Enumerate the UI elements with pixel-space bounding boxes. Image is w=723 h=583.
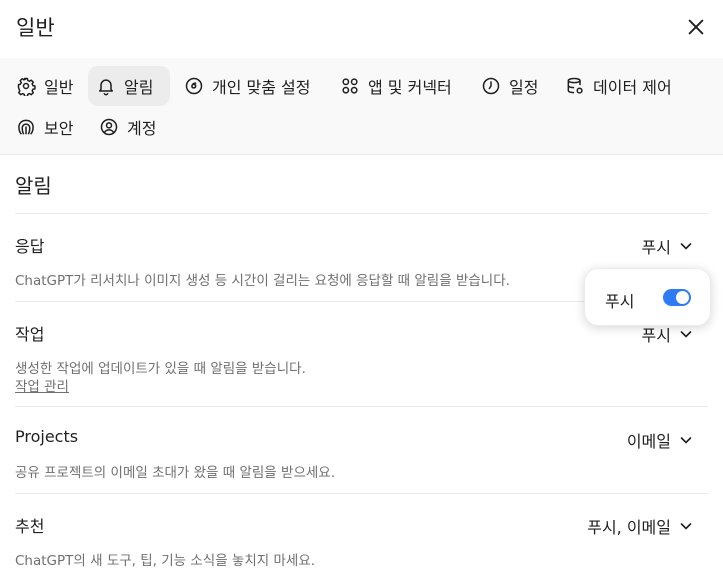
dialog-header: 일반 — [0, 0, 723, 58]
row-title-projects: Projects — [15, 427, 79, 446]
clock-icon — [482, 77, 500, 95]
chevron-down-icon — [680, 243, 692, 250]
tab-data-controls[interactable]: 데이터 제어 — [557, 67, 680, 105]
divider — [15, 213, 708, 214]
account-icon — [100, 118, 118, 136]
popover-label: 푸시 — [605, 292, 635, 311]
tab-notifications[interactable]: 알림 — [88, 66, 170, 106]
tab-apps-connectors[interactable]: 앱 및 커넥터 — [332, 67, 460, 105]
tab-account[interactable]: 계정 — [91, 108, 164, 146]
chevron-down-icon — [680, 523, 692, 530]
tab-label: 개인 맞춤 설정 — [212, 78, 311, 97]
settings-tabs: 일반 알림 개인 맞춤 설정 앱 및 커넥터 일정 데이터 제어 보안 계정 — [0, 58, 723, 155]
row-desc-tasks: 생성한 작업에 업데이트가 있을 때 알림을 받습니다. — [15, 361, 306, 377]
tab-label: 보안 — [44, 119, 74, 138]
tab-label: 알림 — [124, 78, 154, 97]
tab-schedule[interactable]: 일정 — [473, 67, 546, 105]
push-toggle[interactable] — [663, 289, 691, 306]
row-title-recommendations: 추천 — [15, 517, 45, 536]
toggle-knob — [676, 291, 689, 304]
bell-icon — [99, 79, 113, 96]
database-gear-icon — [567, 77, 583, 94]
tab-label: 데이터 제어 — [593, 78, 672, 97]
section-title: 알림 — [15, 174, 52, 198]
tab-label: 계정 — [127, 119, 157, 138]
close-icon[interactable] — [685, 16, 707, 38]
select-value: 푸시 — [641, 238, 671, 257]
recommendations-select[interactable]: 푸시, 이메일 — [587, 514, 693, 538]
chevron-down-icon — [680, 331, 692, 338]
manage-tasks-link[interactable]: 작업 관리 — [15, 375, 69, 395]
row-desc-responses: ChatGPT가 리서치나 이미지 생성 등 시간이 걸리는 요청에 응답할 때… — [15, 273, 510, 289]
row-title-tasks: 작업 — [15, 325, 45, 344]
tab-label: 앱 및 커넥터 — [368, 78, 452, 97]
divider — [15, 406, 708, 407]
responses-select[interactable]: 푸시 — [642, 234, 693, 258]
select-value: 이메일 — [626, 432, 671, 451]
security-icon — [18, 119, 34, 135]
notification-channel-popover: 푸시 — [584, 268, 711, 326]
row-desc-projects: 공유 프로젝트의 이메일 초대가 왔을 때 알림을 받으세요. — [15, 465, 335, 481]
gear-icon — [17, 77, 36, 96]
tab-personalization[interactable]: 개인 맞춤 설정 — [176, 67, 319, 105]
row-title-responses: 응답 — [15, 237, 45, 256]
divider — [15, 493, 708, 494]
tab-general[interactable]: 일반 — [8, 67, 81, 105]
apps-icon — [342, 78, 358, 94]
tab-label: 일정 — [509, 78, 539, 97]
row-desc-recommendations: ChatGPT의 새 도구, 팁, 기능 소식을 놓치지 마세요. — [15, 553, 316, 569]
tab-security[interactable]: 보안 — [8, 108, 81, 146]
tab-label: 일반 — [44, 78, 74, 97]
dialog-title: 일반 — [16, 16, 55, 40]
projects-select[interactable]: 이메일 — [627, 428, 693, 452]
select-value: 푸시, 이메일 — [587, 518, 671, 537]
personalization-icon — [185, 77, 203, 95]
chevron-down-icon — [680, 437, 692, 444]
